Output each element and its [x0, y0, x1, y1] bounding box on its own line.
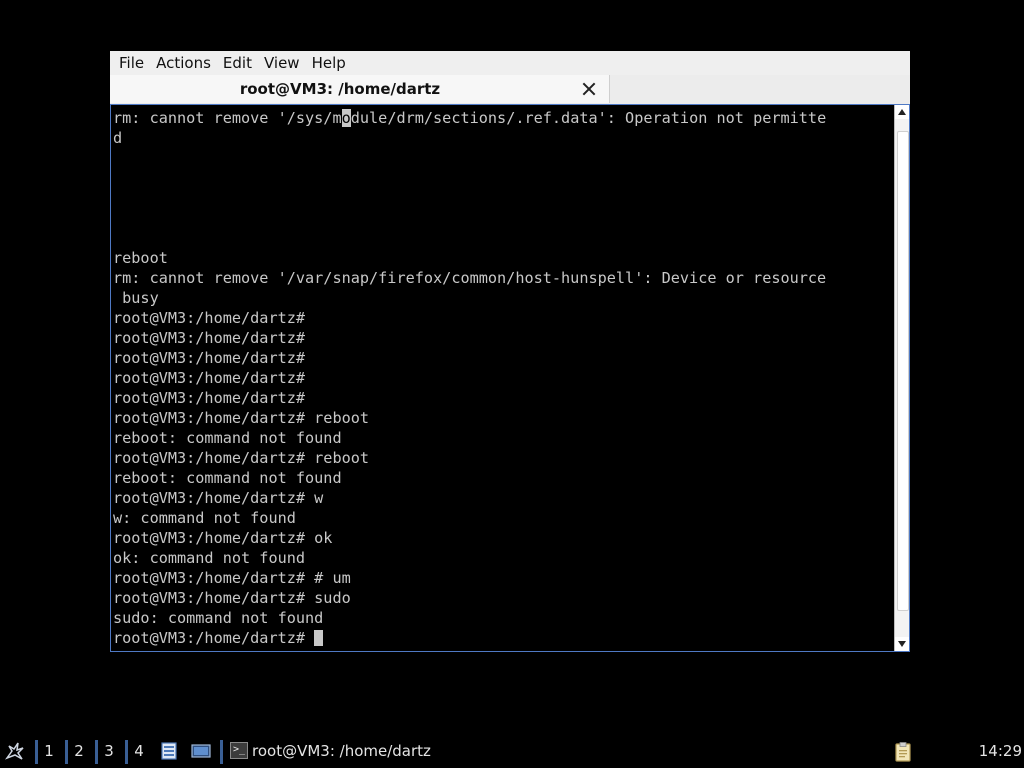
- scroll-down-arrow-icon[interactable]: [895, 637, 909, 651]
- terminal-line: rm: cannot remove '/sys/module/drm/secti…: [113, 109, 827, 127]
- terminal-line: w: command not found: [113, 509, 296, 527]
- terminal-line: ok: command not found: [113, 549, 306, 567]
- clipboard-icon[interactable]: [892, 741, 914, 763]
- clock: 14:29: [978, 742, 1022, 760]
- menu-bar: File Actions Edit View Help: [110, 51, 910, 75]
- file-manager-icon[interactable]: [159, 741, 179, 761]
- workspace-4[interactable]: 4: [129, 734, 149, 768]
- menu-actions[interactable]: Actions: [150, 51, 217, 75]
- taskbar-task-terminal[interactable]: >_ root@VM3: /home/dartz: [228, 734, 488, 768]
- scrollbar-track[interactable]: [895, 119, 909, 637]
- terminal-line: root@VM3:/home/dartz#: [113, 369, 306, 387]
- taskbar-separator: [125, 740, 128, 764]
- taskbar-separator: [95, 740, 98, 764]
- workspace-3[interactable]: 3: [99, 734, 119, 768]
- terminal-line: root@VM3:/home/dartz#: [113, 329, 306, 347]
- menu-edit[interactable]: Edit: [217, 51, 258, 75]
- terminal-line: root@VM3:/home/dartz#: [113, 349, 306, 367]
- task-label: root@VM3: /home/dartz: [252, 742, 431, 760]
- terminal-line: reboot: command not found: [113, 469, 342, 487]
- terminal-line: root@VM3:/home/dartz# reboot: [113, 409, 370, 427]
- terminal-line: rm: cannot remove '/var/snap/firefox/com…: [113, 269, 827, 287]
- start-menu-icon[interactable]: [4, 740, 26, 762]
- terminal-icon: >_: [230, 742, 248, 759]
- terminal-line: reboot: [113, 249, 168, 267]
- menu-view[interactable]: View: [258, 51, 306, 75]
- workspace-1[interactable]: 1: [39, 734, 59, 768]
- scrollbar-thumb[interactable]: [897, 131, 909, 611]
- text-selection: o: [341, 109, 351, 127]
- terminal-line: root@VM3:/home/dartz# reboot: [113, 449, 370, 467]
- taskbar-separator: [65, 740, 68, 764]
- terminal-line: root@VM3:/home/dartz# # um: [113, 569, 351, 587]
- terminal-line: root@VM3:/home/dartz# w: [113, 489, 324, 507]
- terminal-line: busy: [113, 289, 159, 307]
- tab-bar: root@VM3: /home/dartz: [110, 75, 910, 104]
- taskbar: 1 2 3 4 >_ root@VM3: /home/dartz 14:29: [0, 734, 1024, 768]
- scroll-up-arrow-icon[interactable]: [895, 105, 909, 119]
- terminal-line: sudo: command not found: [113, 609, 324, 627]
- terminal-area[interactable]: rm: cannot remove '/sys/module/drm/secti…: [110, 104, 910, 652]
- terminal-line: root@VM3:/home/dartz#: [113, 628, 893, 648]
- taskbar-separator: [220, 740, 223, 764]
- taskbar-separator: [35, 740, 38, 764]
- terminal-tab[interactable]: root@VM3: /home/dartz: [110, 75, 610, 103]
- menu-help[interactable]: Help: [306, 51, 352, 75]
- terminal-line: reboot: command not found: [113, 429, 342, 447]
- show-desktop-icon[interactable]: [191, 741, 211, 761]
- terminal-window: File Actions Edit View Help root@VM3: /h…: [110, 51, 910, 652]
- terminal-line: root@VM3:/home/dartz# sudo: [113, 589, 351, 607]
- terminal-output[interactable]: rm: cannot remove '/sys/module/drm/secti…: [113, 108, 893, 648]
- terminal-line: root@VM3:/home/dartz#: [113, 309, 306, 327]
- tab-title: root@VM3: /home/dartz: [239, 80, 441, 98]
- workspace-2[interactable]: 2: [69, 734, 89, 768]
- terminal-line: root@VM3:/home/dartz#: [113, 389, 306, 407]
- vertical-scrollbar[interactable]: [894, 105, 909, 651]
- terminal-line: root@VM3:/home/dartz# ok: [113, 529, 333, 547]
- terminal-line: d: [113, 129, 123, 147]
- menu-file[interactable]: File: [110, 51, 150, 75]
- text-cursor: [314, 630, 324, 646]
- close-icon[interactable]: [580, 80, 598, 98]
